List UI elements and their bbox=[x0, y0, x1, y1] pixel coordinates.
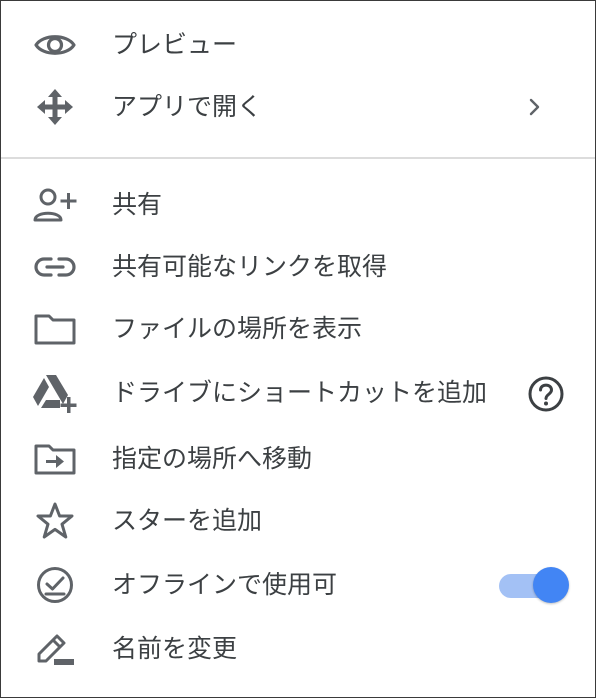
add-person-icon bbox=[31, 187, 79, 223]
menu-item-move-to[interactable]: 指定の場所へ移動 bbox=[1, 429, 595, 489]
menu-item-label: プレビュー bbox=[112, 30, 238, 59]
link-icon bbox=[31, 249, 79, 285]
menu-item-label: スターを追加 bbox=[112, 506, 263, 535]
menu-item-label: 名前を変更 bbox=[112, 634, 238, 663]
menu-item-add-shortcut[interactable]: ドライブにショートカットを追加 bbox=[1, 363, 595, 423]
menu-item-label: ファイルの場所を表示 bbox=[112, 314, 363, 343]
offline-toggle[interactable] bbox=[497, 567, 573, 603]
menu-item-label: アプリで開く bbox=[112, 92, 263, 121]
menu-item-label: 共有可能なリンクを取得 bbox=[112, 252, 388, 281]
menu-item-preview[interactable]: プレビュー bbox=[1, 15, 595, 75]
star-outline-icon bbox=[31, 502, 79, 539]
eye-icon bbox=[31, 27, 79, 63]
menu-item-get-link[interactable]: 共有可能なリンクを取得 bbox=[1, 237, 595, 297]
menu-item-add-star[interactable]: スターを追加 bbox=[1, 491, 595, 551]
context-menu: プレビュー アプリで開く 共有 共有可能なリンクを取得 ファイルの場所を表示 ド… bbox=[0, 0, 596, 698]
drive-add-icon bbox=[31, 375, 79, 413]
menu-item-label: ドライブにショートカットを追加 bbox=[112, 378, 488, 407]
rename-pen-icon bbox=[31, 631, 79, 667]
menu-item-label: オフラインで使用可 bbox=[112, 570, 338, 599]
menu-item-show-location[interactable]: ファイルの場所を表示 bbox=[1, 299, 595, 359]
menu-item-label: 共有 bbox=[112, 190, 163, 219]
menu-item-label: 指定の場所へ移動 bbox=[112, 444, 313, 473]
open-with-icon bbox=[31, 89, 79, 125]
menu-item-rename[interactable]: 名前を変更 bbox=[1, 619, 595, 679]
menu-divider bbox=[1, 157, 595, 159]
menu-item-available-offline[interactable]: オフラインで使用可 bbox=[1, 555, 595, 615]
offline-check-icon bbox=[31, 567, 79, 603]
menu-item-open-with[interactable]: アプリで開く bbox=[1, 77, 595, 137]
menu-item-share[interactable]: 共有 bbox=[1, 175, 595, 235]
chevron-right-icon bbox=[523, 95, 547, 119]
folder-icon bbox=[31, 311, 79, 347]
toggle-knob bbox=[533, 567, 569, 603]
move-to-folder-icon bbox=[31, 441, 79, 477]
help-icon[interactable] bbox=[527, 375, 565, 413]
